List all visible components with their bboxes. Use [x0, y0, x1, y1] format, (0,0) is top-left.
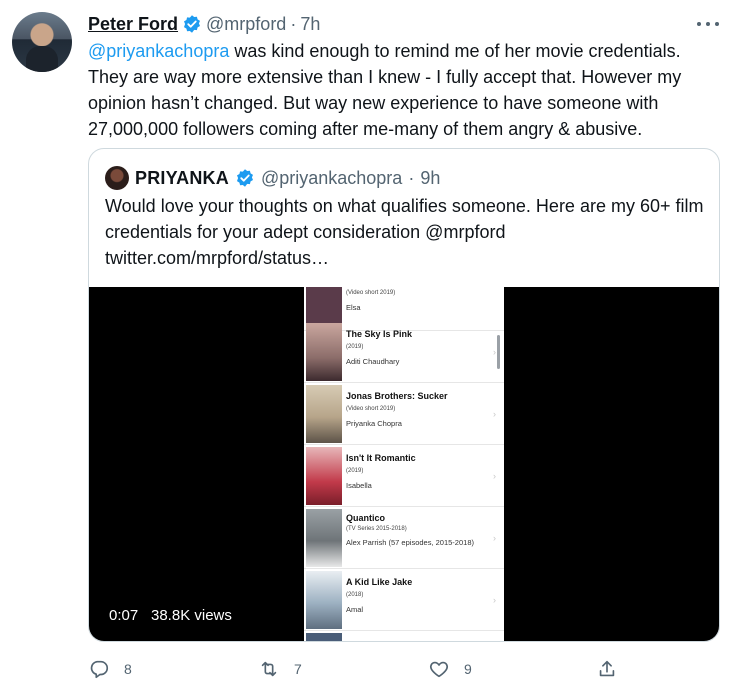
chevron-right-icon: ›: [493, 471, 496, 481]
tweet-time[interactable]: 7h: [300, 14, 320, 35]
video-player[interactable]: (Video short 2019) Elsa The Sky Is Pink …: [89, 287, 719, 641]
film-title: A Kid Like Jake: [346, 577, 413, 587]
share-icon: [599, 660, 615, 677]
tweet-text: @priyankachopra was kind enough to remin…: [88, 38, 718, 142]
mention-link[interactable]: @priyankachopra: [88, 41, 229, 61]
quoted-author-handle[interactable]: @priyankachopra: [261, 168, 402, 189]
film-row: Jonas Brothers: Sucker (Video short 2019…: [304, 383, 504, 445]
film-poster: [306, 447, 342, 505]
film-row: The Sky Is Pink (2019) Aditi Chaudhary ›: [304, 321, 504, 383]
chevron-right-icon: ›: [493, 595, 496, 605]
quoted-tweet-text: Would love your thoughts on what qualifi…: [105, 196, 704, 268]
video-view-count: 38.8K views: [151, 607, 232, 624]
more-icon[interactable]: [697, 14, 719, 34]
film-title: Jonas Brothers: Sucker: [346, 391, 448, 401]
film-role: Priyanka Chopra: [346, 419, 402, 428]
film-role: Alex Parrish (57 episodes, 2015-2018): [346, 538, 474, 547]
reply-button[interactable]: 8: [88, 652, 132, 686]
like-button[interactable]: 9: [428, 652, 472, 686]
film-role: Amal: [346, 605, 364, 614]
tweet-actions: 8 7 9: [88, 652, 728, 686]
verified-badge-icon: [184, 15, 201, 33]
film-row: Quantico (TV Series 2015-2018) Alex Parr…: [304, 507, 504, 569]
retweet-icon: [261, 661, 277, 677]
film-poster: [306, 385, 342, 443]
separator-dot: ·: [408, 167, 415, 188]
tweet-header: Peter Ford @mrpford · 7h: [88, 12, 320, 36]
separator-dot: ·: [290, 13, 297, 34]
film-poster: [306, 509, 342, 567]
quoted-tweet-time[interactable]: 9h: [420, 168, 440, 189]
reply-count: 8: [124, 661, 132, 677]
film-year: (2019): [346, 468, 364, 474]
film-year: (TV Series 2015-2018): [346, 526, 407, 532]
video-frame: (Video short 2019) Elsa The Sky Is Pink …: [304, 287, 504, 641]
video-elapsed-time: 0:07: [109, 607, 139, 624]
retweet-button[interactable]: 7: [258, 652, 302, 686]
film-role: Elsa: [346, 303, 361, 312]
film-year: (2019): [346, 344, 364, 350]
film-title: The Sky Is Pink: [346, 329, 413, 339]
reply-icon: [90, 660, 109, 679]
chevron-right-icon: ›: [493, 533, 496, 543]
film-poster: [306, 323, 342, 381]
chevron-right-icon: ›: [493, 409, 496, 419]
film-poster: [306, 633, 342, 641]
like-count: 9: [464, 661, 472, 677]
film-row: [304, 631, 504, 641]
avatar-figure: [26, 46, 58, 72]
like-icon: [430, 661, 448, 678]
verified-badge-icon: [236, 169, 253, 187]
film-year: (Video short 2019): [346, 406, 396, 412]
retweet-count: 7: [294, 661, 302, 677]
author-handle[interactable]: @mrpford: [206, 14, 286, 35]
film-role: Aditi Chaudhary: [346, 357, 400, 366]
film-title: Quantico: [346, 513, 386, 523]
quoted-author-name[interactable]: PRIYANKA: [135, 168, 229, 189]
film-title: Isn't It Romantic: [346, 453, 416, 463]
film-row: A Kid Like Jake (2018) Amal ›: [304, 569, 504, 631]
quoted-tweet-header: PRIYANKA @priyankachopra · 9h: [105, 166, 440, 190]
film-year: (Video short 2019): [346, 290, 396, 296]
author-name[interactable]: Peter Ford: [88, 14, 178, 35]
film-row: Isn't It Romantic (2019) Isabella ›: [304, 445, 504, 507]
chevron-right-icon: ›: [493, 347, 496, 357]
quoted-tweet[interactable]: PRIYANKA @priyankachopra · 9h Would love…: [88, 148, 720, 642]
film-role: Isabella: [346, 481, 372, 490]
quoted-author-avatar[interactable]: [105, 166, 129, 190]
film-poster: [306, 571, 342, 629]
author-avatar[interactable]: [12, 12, 72, 72]
share-button[interactable]: [596, 652, 618, 686]
film-year: (2018): [346, 592, 364, 598]
tweet[interactable]: Peter Ford @mrpford · 7h @priyankachopra…: [0, 0, 737, 695]
